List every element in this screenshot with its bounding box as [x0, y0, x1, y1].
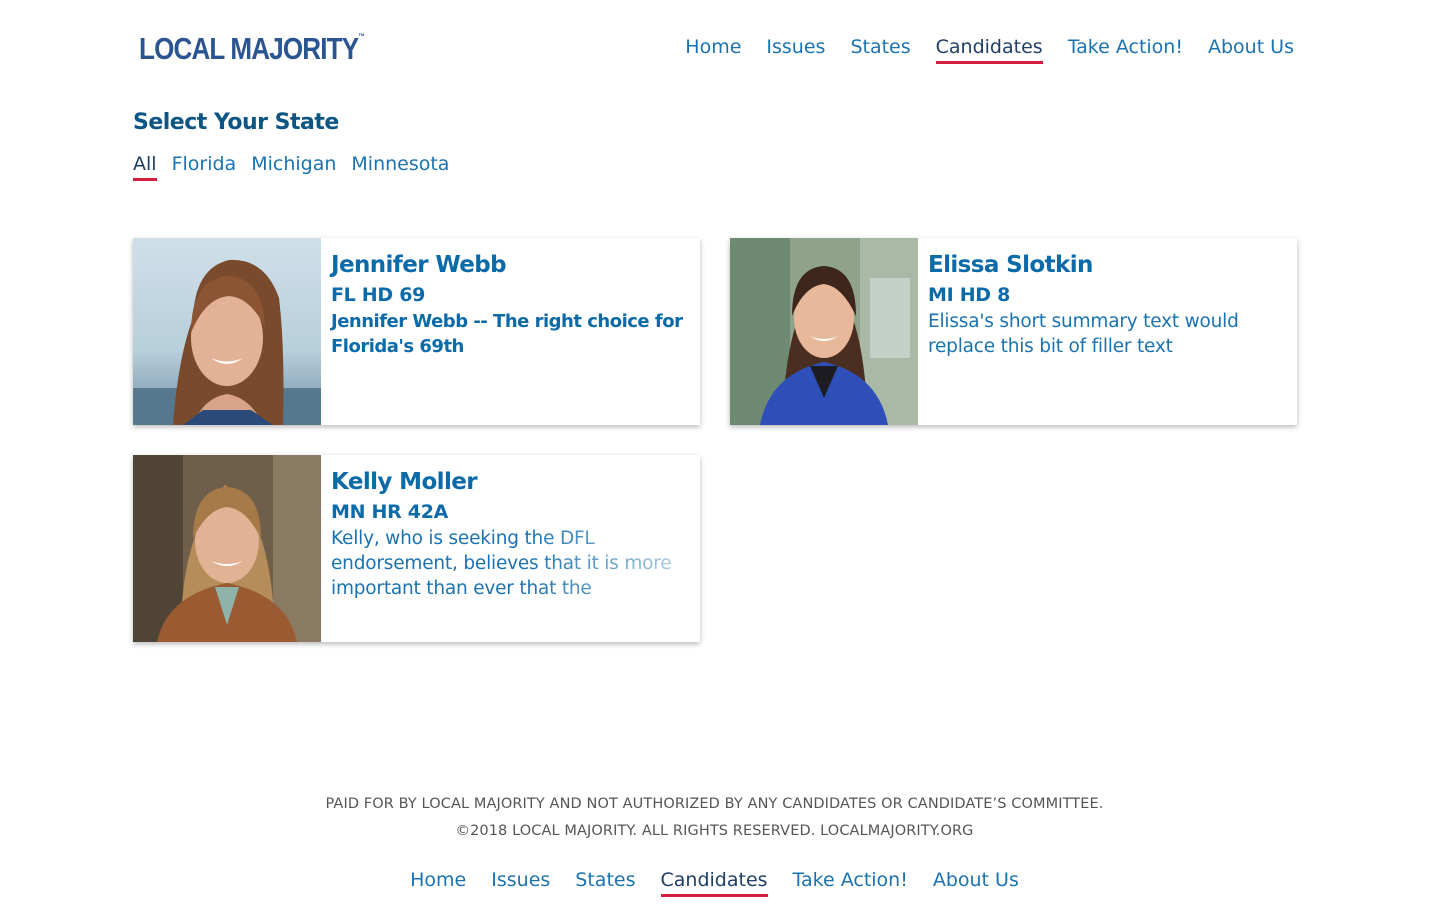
footer-nav-candidates[interactable]: Candidates — [648, 869, 780, 897]
candidate-summary: Jennifer Webb -- The right choice for Fl… — [331, 311, 683, 357]
candidate-district: MN HR 42A — [331, 501, 449, 523]
select-state-heading: Select Your State — [133, 110, 339, 135]
trademark-symbol: ™ — [358, 32, 365, 41]
site-logo[interactable]: LOCAL MAJORITY™ — [133, 8, 383, 70]
candidate-name[interactable]: Jennifer Webb — [331, 250, 690, 280]
footer-nav-states[interactable]: States — [563, 869, 648, 891]
candidate-district: FL HD 69 — [331, 284, 426, 306]
candidate-photo — [730, 238, 918, 425]
filter-michigan[interactable]: Michigan — [251, 153, 351, 175]
nav-home[interactable]: Home — [673, 36, 754, 58]
footer-nav-issues[interactable]: Issues — [479, 869, 563, 891]
candidate-card-elissa-slotkin[interactable]: Elissa Slotkin MI HD 8 Elissa's short su… — [730, 238, 1297, 425]
nav-about-us[interactable]: About Us — [1195, 36, 1294, 58]
filter-minnesota[interactable]: Minnesota — [351, 153, 464, 175]
logo-wordmark: LOCAL MAJORITY — [139, 31, 359, 66]
nav-issues[interactable]: Issues — [754, 36, 838, 58]
footer-nav: Home Issues States Candidates Take Actio… — [0, 869, 1429, 897]
candidate-summary: Kelly, who is seeking the DFL endorsemen… — [331, 528, 672, 599]
nav-take-action[interactable]: Take Action! — [1055, 36, 1195, 58]
candidate-card-kelly-moller[interactable]: Kelly Moller MN HR 42A Kelly, who is see… — [133, 455, 700, 642]
main-nav: Home Issues States Candidates Take Actio… — [673, 36, 1294, 64]
footer-nav-about-us[interactable]: About Us — [920, 869, 1031, 891]
state-filter-tabs: All Florida Michigan Minnesota — [133, 153, 464, 181]
footer-disclaimer: PAID FOR BY LOCAL MAJORITY AND NOT AUTHO… — [325, 796, 1104, 812]
nav-candidates[interactable]: Candidates — [923, 36, 1055, 64]
filter-all[interactable]: All — [133, 153, 172, 181]
footer-nav-take-action[interactable]: Take Action! — [780, 869, 920, 891]
candidate-photo — [133, 238, 321, 425]
nav-states[interactable]: States — [838, 36, 923, 58]
candidate-name[interactable]: Elissa Slotkin — [928, 250, 1287, 280]
candidate-card-jennifer-webb[interactable]: Jennifer Webb FL HD 69 Jennifer Webb -- … — [133, 238, 700, 425]
filter-florida[interactable]: Florida — [172, 153, 252, 175]
candidate-name[interactable]: Kelly Moller — [331, 467, 690, 497]
candidate-district: MI HD 8 — [928, 284, 1010, 306]
candidate-photo — [133, 455, 321, 642]
candidate-summary: Elissa's short summary text would replac… — [928, 311, 1239, 357]
footer-nav-home[interactable]: Home — [398, 869, 479, 891]
footer-copyright: ©2018 LOCAL MAJORITY. ALL RIGHTS RESERVE… — [455, 823, 974, 839]
